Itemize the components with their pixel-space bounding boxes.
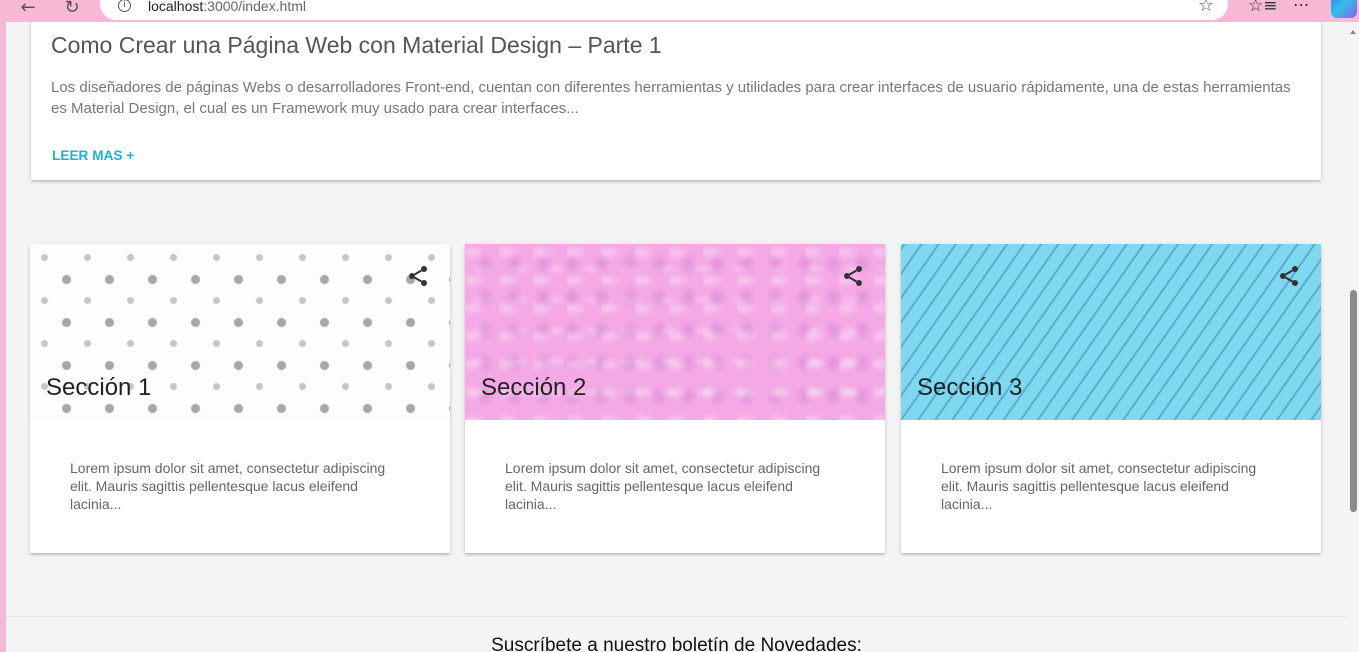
section-text: Lorem ipsum dolor sit amet, consectetur … [70,460,386,512]
favorite-star-icon[interactable]: ☆ [1198,0,1214,16]
favorites-list-icon[interactable]: ☆≡ [1248,0,1277,16]
section-text: Lorem ipsum dolor sit amet, consectetur … [505,460,821,512]
section-card-3: Sección 3 Lorem ipsum dolor sit amet, co… [901,244,1321,553]
section-title: Sección 1 [46,374,152,401]
more-menu-icon[interactable]: ··· [1293,0,1309,16]
article-title: Como Crear una Página Web con Material D… [51,32,662,58]
site-info-icon[interactable]: i [118,0,131,12]
copilot-icon[interactable] [1331,0,1357,18]
section-card-1: Sección 1 Lorem ipsum dolor sit amet, co… [30,244,450,553]
section-title: Sección 2 [481,374,587,401]
reload-icon[interactable]: ↻ [58,0,86,20]
page-scrollbar[interactable] [1347,22,1359,652]
share-icon[interactable] [1277,264,1301,288]
address-bar[interactable]: i localhost:3000/index.html ☆ [100,0,1228,20]
section-card-2: Sección 2 Lorem ipsum dolor sit amet, co… [465,244,885,553]
browser-toolbar: ← ↻ i localhost:3000/index.html ☆ ☆≡ ··· [0,0,1359,22]
scroll-up-arrow-icon[interactable] [1350,30,1356,34]
scrollbar-thumb[interactable] [1350,290,1357,512]
newsletter-title: Suscríbete a nuestro boletín de Novedade… [491,635,862,652]
article-excerpt: Los diseñadores de páginas Webs o desarr… [51,79,1291,117]
article-card: Como Crear una Página Web con Material D… [31,22,1321,180]
page-viewport: Como Crear una Página Web con Material D… [6,22,1347,652]
share-icon[interactable] [841,264,865,288]
share-icon[interactable] [406,264,430,288]
section-title: Sección 3 [917,374,1023,401]
section-text: Lorem ipsum dolor sit amet, consectetur … [941,460,1257,512]
url-path: :3000/index.html [203,0,306,14]
back-icon[interactable]: ← [14,0,42,20]
newsletter-section: Suscríbete a nuestro boletín de Novedade… [6,616,1347,652]
read-more-link[interactable]: LEER MAS + [52,148,134,163]
url-text: localhost:3000/index.html [148,0,306,14]
url-host: localhost [148,0,204,14]
